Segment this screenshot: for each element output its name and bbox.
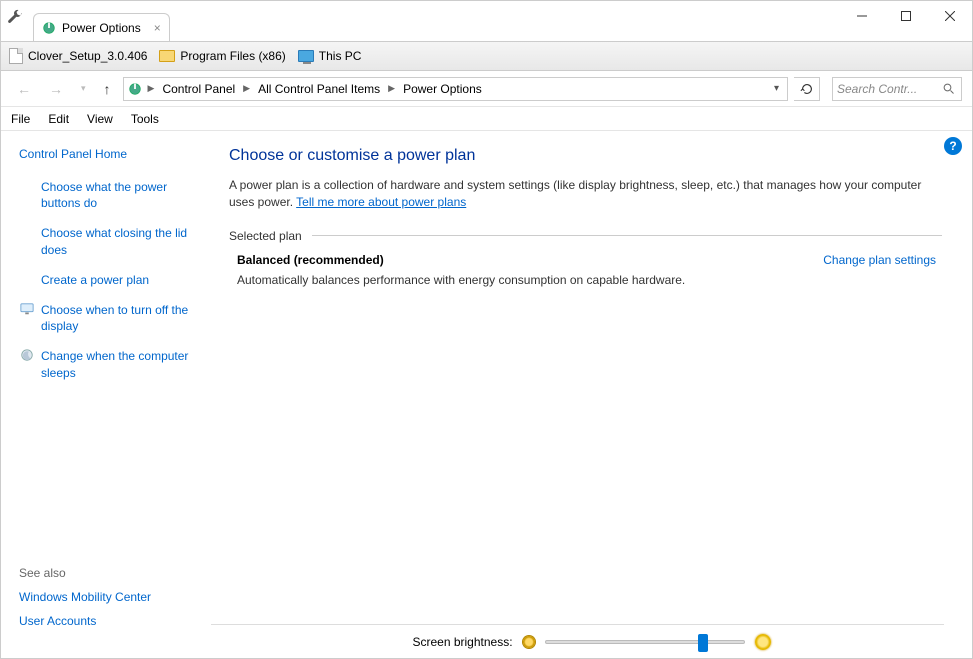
task-label: Choose when to turn off the display <box>41 302 201 334</box>
minimize-button[interactable] <box>840 1 884 31</box>
chevron-right-icon[interactable]: ▶ <box>146 83 157 94</box>
sidebar: Control Panel Home Choose what the power… <box>1 131 211 658</box>
plan-name: Balanced (recommended) <box>237 253 384 267</box>
slider-thumb[interactable] <box>698 634 708 652</box>
bookmark-label: Clover_Setup_3.0.406 <box>28 49 147 63</box>
file-icon <box>9 48 23 64</box>
divider <box>312 235 942 236</box>
close-button[interactable] <box>928 1 972 31</box>
content-area: Control Panel Home Choose what the power… <box>1 131 972 658</box>
title-bar: Power Options × <box>1 1 972 41</box>
wrench-icon[interactable] <box>1 1 29 25</box>
power-icon <box>42 21 56 35</box>
refresh-button[interactable] <box>794 77 820 101</box>
plan-description: Automatically balances performance with … <box>229 273 942 287</box>
chevron-right-icon[interactable]: ▶ <box>241 83 252 94</box>
history-dropdown[interactable]: ▾ <box>75 79 92 98</box>
selected-plan-section: Selected plan Balanced (recommended) Cha… <box>229 229 942 287</box>
page-heading: Choose or customise a power plan <box>229 147 942 165</box>
back-button[interactable]: ← <box>11 77 37 101</box>
maximize-button[interactable] <box>884 1 928 31</box>
plan-row: Balanced (recommended) Change plan setti… <box>229 253 942 273</box>
menu-file[interactable]: File <box>11 112 30 126</box>
brightness-slider[interactable] <box>545 640 745 644</box>
sun-dim-icon <box>523 636 535 648</box>
blank-icon <box>19 272 35 288</box>
power-icon <box>128 82 142 96</box>
sun-bright-icon <box>755 634 771 650</box>
pc-icon <box>298 50 314 62</box>
change-plan-settings-link[interactable]: Change plan settings <box>823 253 936 267</box>
bookmark-label: Program Files (x86) <box>180 49 285 63</box>
brightness-footer: Screen brightness: <box>211 634 972 650</box>
tab-close-icon[interactable]: × <box>154 21 161 35</box>
bookmarks-bar: Clover_Setup_3.0.406 Program Files (x86)… <box>1 41 972 71</box>
task-label: Choose what closing the lid does <box>41 225 201 257</box>
see-also-section: See also Windows Mobility Center User Ac… <box>19 566 201 648</box>
crumb-all-items[interactable]: All Control Panel Items <box>254 82 384 96</box>
monitor-icon <box>19 302 35 334</box>
address-dropdown[interactable]: ▾ <box>770 83 783 94</box>
task-create-plan[interactable]: Create a power plan <box>19 272 201 288</box>
bookmark-this-pc[interactable]: This PC <box>298 49 362 63</box>
bookmark-clover[interactable]: Clover_Setup_3.0.406 <box>9 48 147 64</box>
help-icon[interactable]: ? <box>944 137 962 155</box>
moon-icon <box>19 348 35 380</box>
tab-strip: Power Options × <box>33 1 170 41</box>
task-turn-off-display[interactable]: Choose when to turn off the display <box>19 302 201 334</box>
related-user-accounts[interactable]: User Accounts <box>19 614 201 628</box>
menu-view[interactable]: View <box>87 112 113 126</box>
bookmark-program-files[interactable]: Program Files (x86) <box>159 49 285 63</box>
address-bar: ← → ▾ ↑ ▶ Control Panel ▶ All Control Pa… <box>1 71 972 107</box>
menu-edit[interactable]: Edit <box>48 112 69 126</box>
tab-title: Power Options <box>62 21 141 35</box>
up-button[interactable]: ↑ <box>98 77 117 101</box>
task-closing-lid[interactable]: Choose what closing the lid does <box>19 225 201 257</box>
section-header: Selected plan <box>229 229 942 243</box>
related-mobility-center[interactable]: Windows Mobility Center <box>19 590 201 604</box>
search-placeholder: Search Contr... <box>837 82 917 96</box>
menu-bar: File Edit View Tools <box>1 107 972 131</box>
chevron-right-icon[interactable]: ▶ <box>386 83 397 94</box>
task-label: Choose what the power buttons do <box>41 179 201 211</box>
see-also-label: See also <box>19 566 201 580</box>
tab-power-options[interactable]: Power Options × <box>33 13 170 41</box>
bookmark-label: This PC <box>319 49 362 63</box>
divider <box>211 624 944 625</box>
search-icon[interactable] <box>943 83 955 95</box>
forward-button[interactable]: → <box>43 77 69 101</box>
learn-more-link[interactable]: Tell me more about power plans <box>296 195 466 209</box>
page-description: A power plan is a collection of hardware… <box>229 177 942 211</box>
blank-icon <box>19 225 35 257</box>
task-computer-sleeps[interactable]: Change when the computer sleeps <box>19 348 201 380</box>
window-controls <box>840 1 972 31</box>
menu-tools[interactable]: Tools <box>131 112 159 126</box>
blank-icon <box>19 179 35 211</box>
crumb-control-panel[interactable]: Control Panel <box>158 82 239 96</box>
control-panel-home-link[interactable]: Control Panel Home <box>19 147 201 161</box>
crumb-power-options[interactable]: Power Options <box>399 82 486 96</box>
task-label: Change when the computer sleeps <box>41 348 201 380</box>
task-power-buttons[interactable]: Choose what the power buttons do <box>19 179 201 211</box>
task-label: Create a power plan <box>41 272 149 288</box>
folder-icon <box>159 50 175 62</box>
section-title: Selected plan <box>229 229 302 243</box>
search-input[interactable]: Search Contr... <box>832 77 962 101</box>
breadcrumb[interactable]: ▶ Control Panel ▶ All Control Panel Item… <box>123 77 788 101</box>
main-panel: ? Choose or customise a power plan A pow… <box>211 131 972 658</box>
brightness-label: Screen brightness: <box>412 635 512 649</box>
